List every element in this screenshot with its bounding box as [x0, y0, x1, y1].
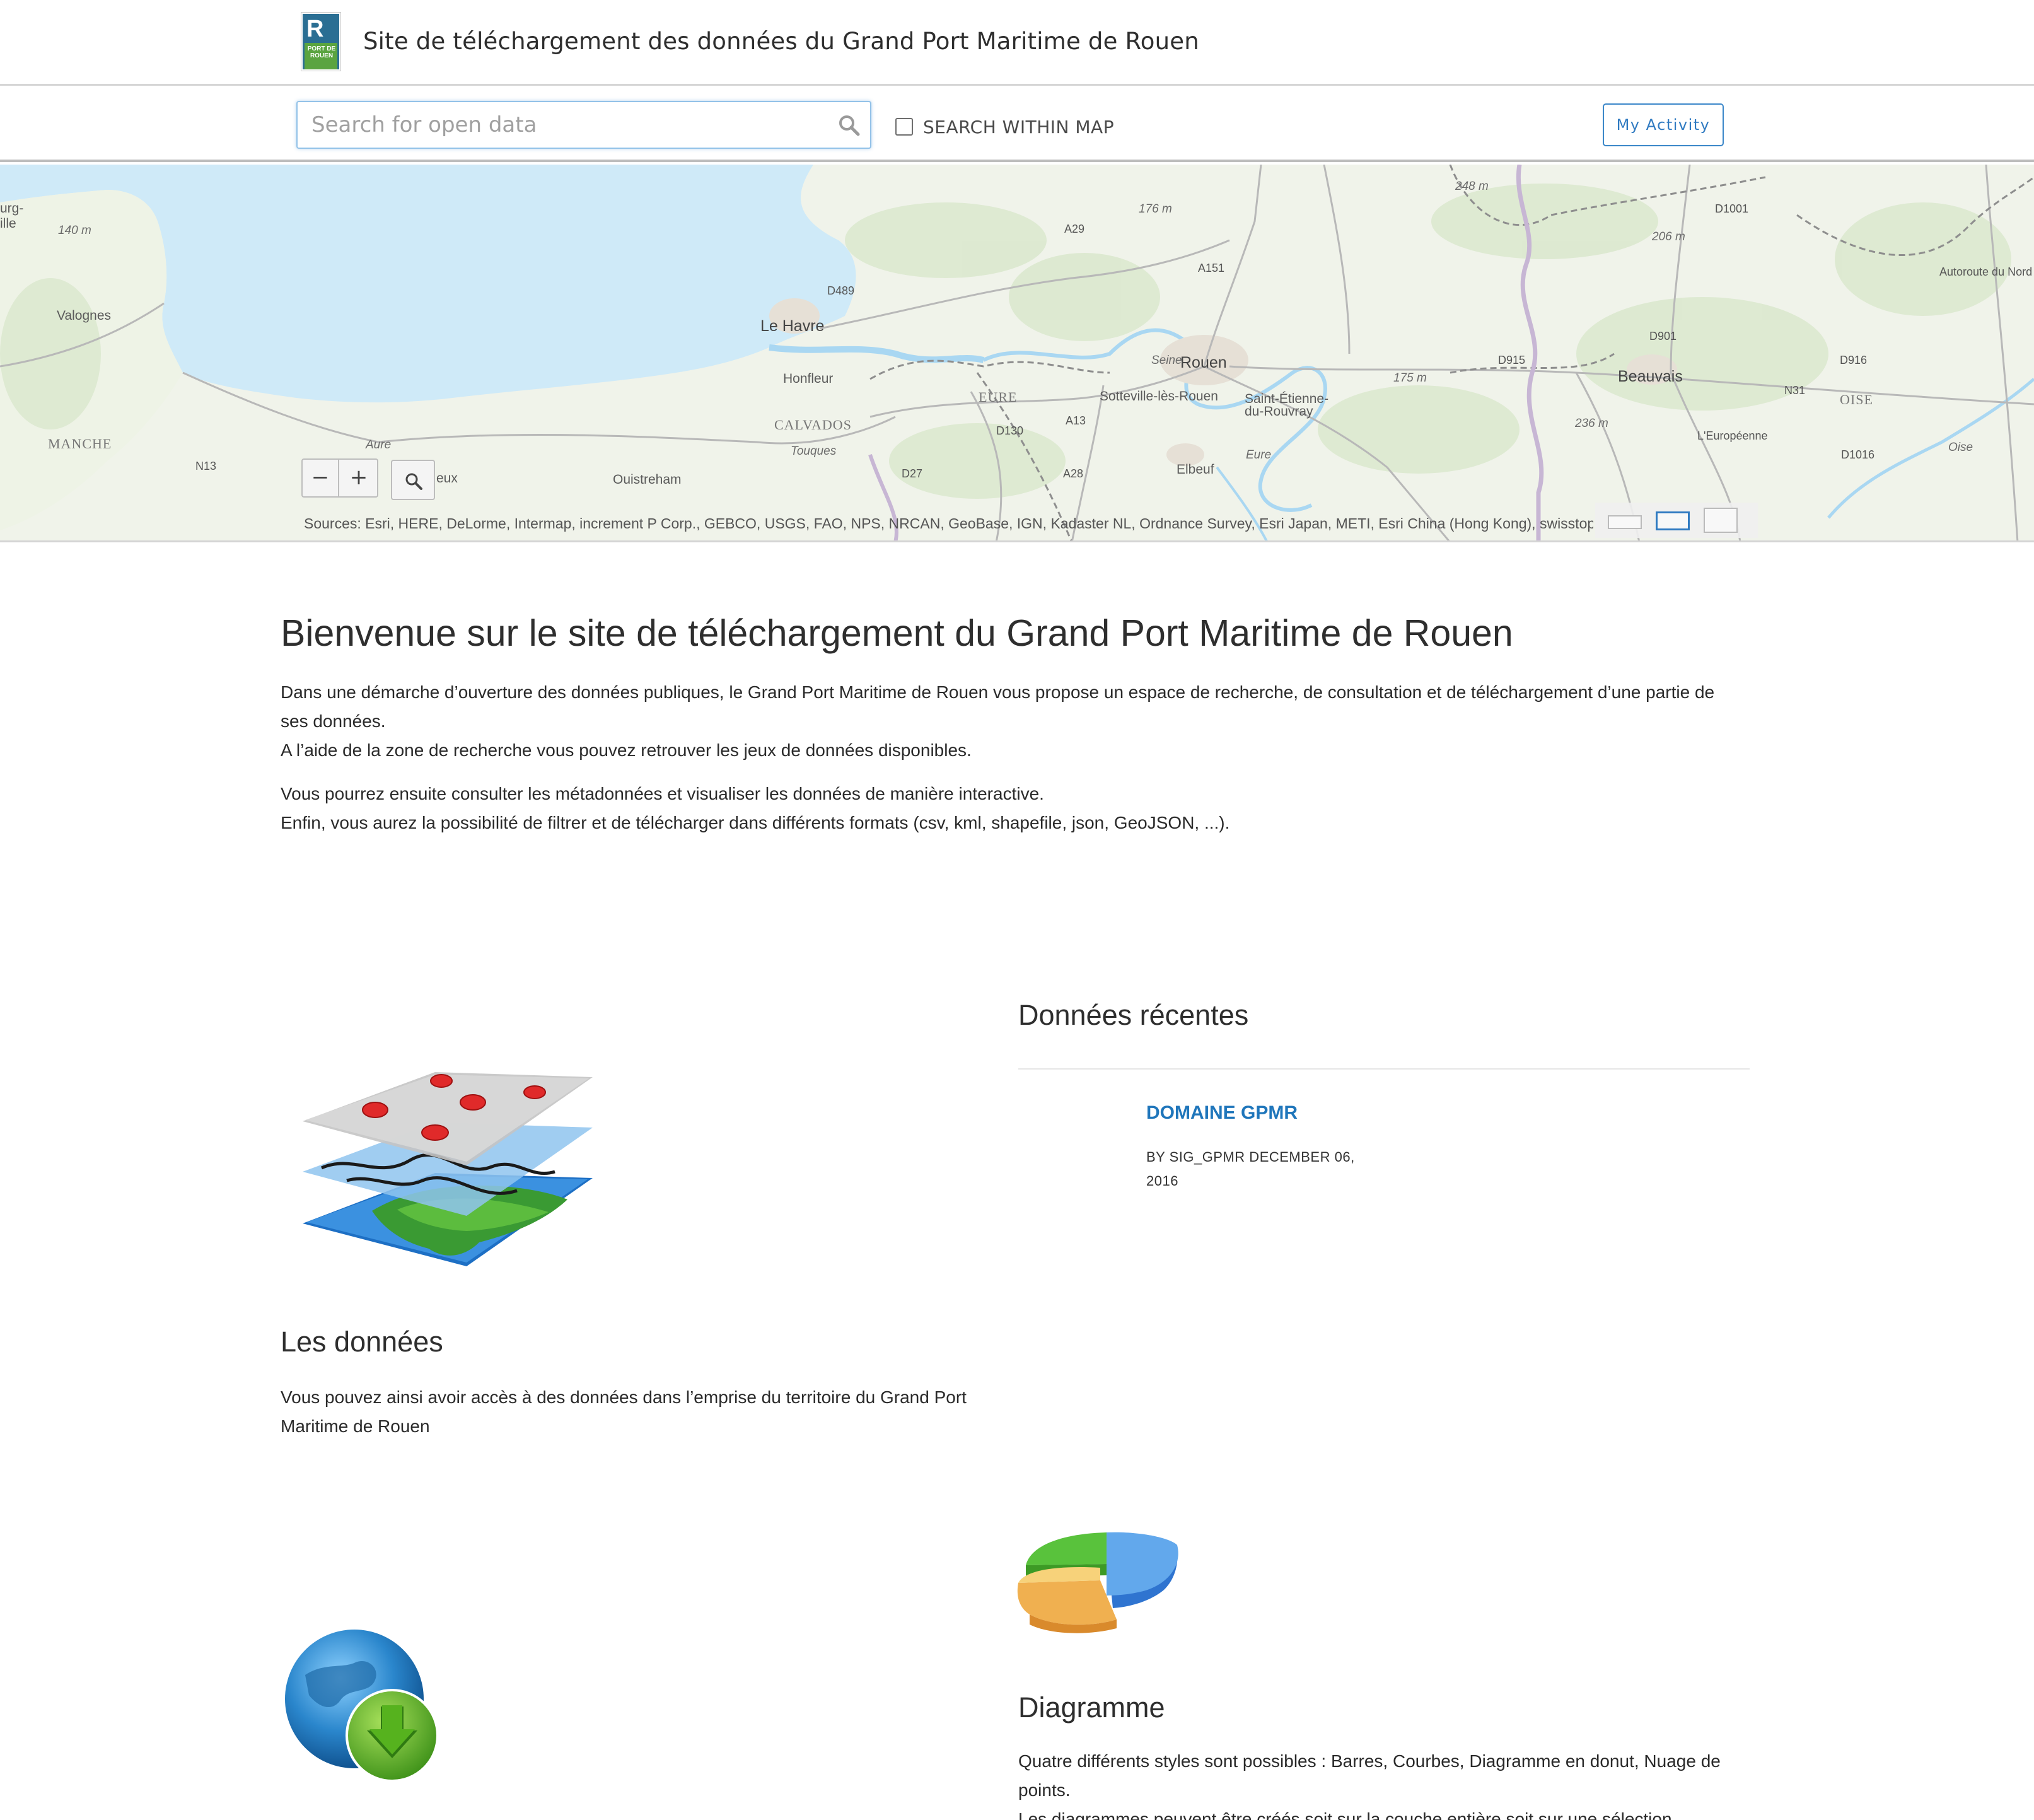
basemap-option-topo[interactable] — [1656, 511, 1690, 530]
search-icon[interactable] — [837, 114, 861, 137]
map-label-elbeuf: Elbeuf — [1177, 462, 1214, 477]
map-elevation-4: 206 m — [1652, 230, 1685, 243]
my-activity-button[interactable]: My Activity — [1603, 103, 1724, 146]
intro-line-3: Vous pourrez ensuite consulter les métad… — [281, 784, 1044, 803]
map-attribution[interactable]: Sources: Esri, HERE, DeLorme, Intermap, … — [304, 515, 1593, 532]
map-road-autoroute-nord: Autoroute du Nord — [1939, 265, 2033, 278]
basemap-switcher — [1595, 503, 1758, 538]
intro-line-2: A l’aide de la zone de recherche vous po… — [281, 740, 972, 760]
intro-line-4: Enfin, vous aurez la possibilité de filt… — [281, 813, 1230, 832]
map-road-europeenne: L'Européenne — [1697, 429, 1768, 442]
recent-item-meta: BY SIG_GPMR DECEMBER 06, 2016 — [1146, 1149, 1355, 1189]
map-road-d27: D27 — [902, 467, 923, 480]
map-elevation-6: 236 m — [1575, 417, 1608, 430]
welcome-title: Bienvenue sur le site de téléchargement … — [281, 612, 1513, 654]
map-road-n31: N31 — [1784, 384, 1806, 397]
map-label-touques: Touques — [791, 445, 837, 458]
port-de-rouen-logo[interactable]: R PORT DE ROUEN — [301, 13, 340, 71]
map-road-d1016: D1016 — [1841, 448, 1875, 461]
map-label-manche: MANCHE — [48, 436, 112, 452]
diagramme-line-2: Les diagrammes peuvent être créés soit s… — [1018, 1809, 1677, 1820]
pie-chart-icon — [1017, 1532, 1178, 1633]
map-label-oise: OISE — [1840, 392, 1873, 407]
map-road-d915: D915 — [1498, 354, 1526, 366]
zoom-control: − + — [301, 458, 378, 498]
map-label-eure: EURE — [979, 389, 1018, 405]
search-within-map-label[interactable]: SEARCH WITHIN MAP — [923, 117, 1114, 137]
map-label-le-havre: Le Havre — [760, 317, 825, 335]
recent-item-link[interactable]: DOMAINE GPMR — [1146, 1102, 1298, 1124]
map-view[interactable]: urg-ille 140 m Valognes MANCHE N13 Aure … — [0, 165, 2034, 542]
map-road-a13: A13 — [1066, 414, 1086, 427]
map-elevation-3: 248 m — [1455, 180, 1489, 193]
donnees-text: Vous pouvez ainsi avoir accès à des donn… — [281, 1387, 967, 1436]
logo-mark: R — [306, 16, 324, 42]
diagramme-title: Diagramme — [1018, 1691, 1165, 1724]
map-label-beauvais: Beauvais — [1618, 368, 1683, 385]
map-elevation-2: 176 m — [1139, 202, 1172, 216]
diagramme-line-1: Quatre différents styles sont possibles … — [1018, 1751, 1721, 1800]
map-road-n13: N13 — [195, 460, 217, 472]
site-title: Site de téléchargement des données du Gr… — [363, 28, 1199, 55]
map-label-ouistreham: Ouistreham — [613, 472, 682, 487]
map-road-d916: D916 — [1840, 354, 1868, 366]
search-within-map-option[interactable]: SEARCH WITHIN MAP — [895, 114, 1114, 139]
zoom-in-button[interactable]: + — [340, 460, 377, 496]
map-elevation-1: 140 m — [58, 224, 91, 237]
map-label-rouen: Rouen — [1180, 354, 1227, 371]
map-road-d1001: D1001 — [1715, 202, 1749, 215]
intro-paragraph-1: Dans une démarche d’ouverture des donnée… — [281, 678, 1737, 765]
map-road-a28: A28 — [1063, 467, 1084, 480]
recent-divider — [1018, 1068, 1750, 1070]
map-road-d130: D130 — [996, 424, 1024, 437]
basemap-option-imagery[interactable] — [1704, 508, 1738, 533]
map-road-d489: D489 — [827, 284, 855, 297]
map-search-button[interactable] — [391, 460, 435, 500]
intro-paragraph-2: Vous pourrez ensuite consulter les métad… — [281, 779, 1737, 837]
donnees-title: Les données — [281, 1326, 443, 1358]
map-elevation-5: 175 m — [1393, 371, 1427, 385]
map-label-cherbourg: urg-ille — [0, 201, 24, 231]
search-within-map-checkbox[interactable] — [895, 118, 913, 136]
map-layers-icon — [303, 1072, 593, 1266]
map-label-calvados: CALVADOS — [774, 417, 852, 433]
basemap-option-streets[interactable] — [1608, 515, 1642, 529]
map-label-saint-etienne: Saint-Étienne-du-Rouvray — [1245, 392, 1329, 419]
zoom-out-button[interactable]: − — [303, 460, 339, 496]
map-label-aure: Aure — [366, 438, 392, 452]
map-label-valognes: Valognes — [57, 308, 112, 323]
search-box[interactable] — [296, 101, 871, 149]
map-label-sotteville: Sotteville-lès-Rouen — [1100, 389, 1218, 404]
map-label-honfleur: Honfleur — [783, 371, 834, 386]
map-label-eure-river: Eure — [1246, 448, 1272, 462]
diagramme-text: Quatre différents styles sont possibles … — [1018, 1747, 1743, 1820]
map-label-oise-river: Oise — [1948, 441, 1973, 454]
map-label-seine: Seine — [1151, 354, 1182, 367]
search-toolbar: SEARCH WITHIN MAP My Activity — [0, 88, 2034, 162]
map-road-a29: A29 — [1064, 223, 1085, 235]
site-header: R PORT DE ROUEN Site de téléchargement d… — [0, 0, 2034, 86]
magnifier-icon — [405, 473, 422, 490]
map-road-d901: D901 — [1649, 330, 1677, 342]
map-road-a151: A151 — [1198, 262, 1225, 274]
recent-data-title: Données récentes — [1018, 999, 1249, 1031]
logo-text: PORT DE ROUEN — [307, 45, 336, 59]
intro-line-1: Dans une démarche d’ouverture des donnée… — [281, 682, 1715, 731]
map-label-bayeux: eux — [436, 471, 458, 486]
globe-download-icon — [285, 1630, 439, 1782]
search-input[interactable] — [311, 108, 816, 141]
